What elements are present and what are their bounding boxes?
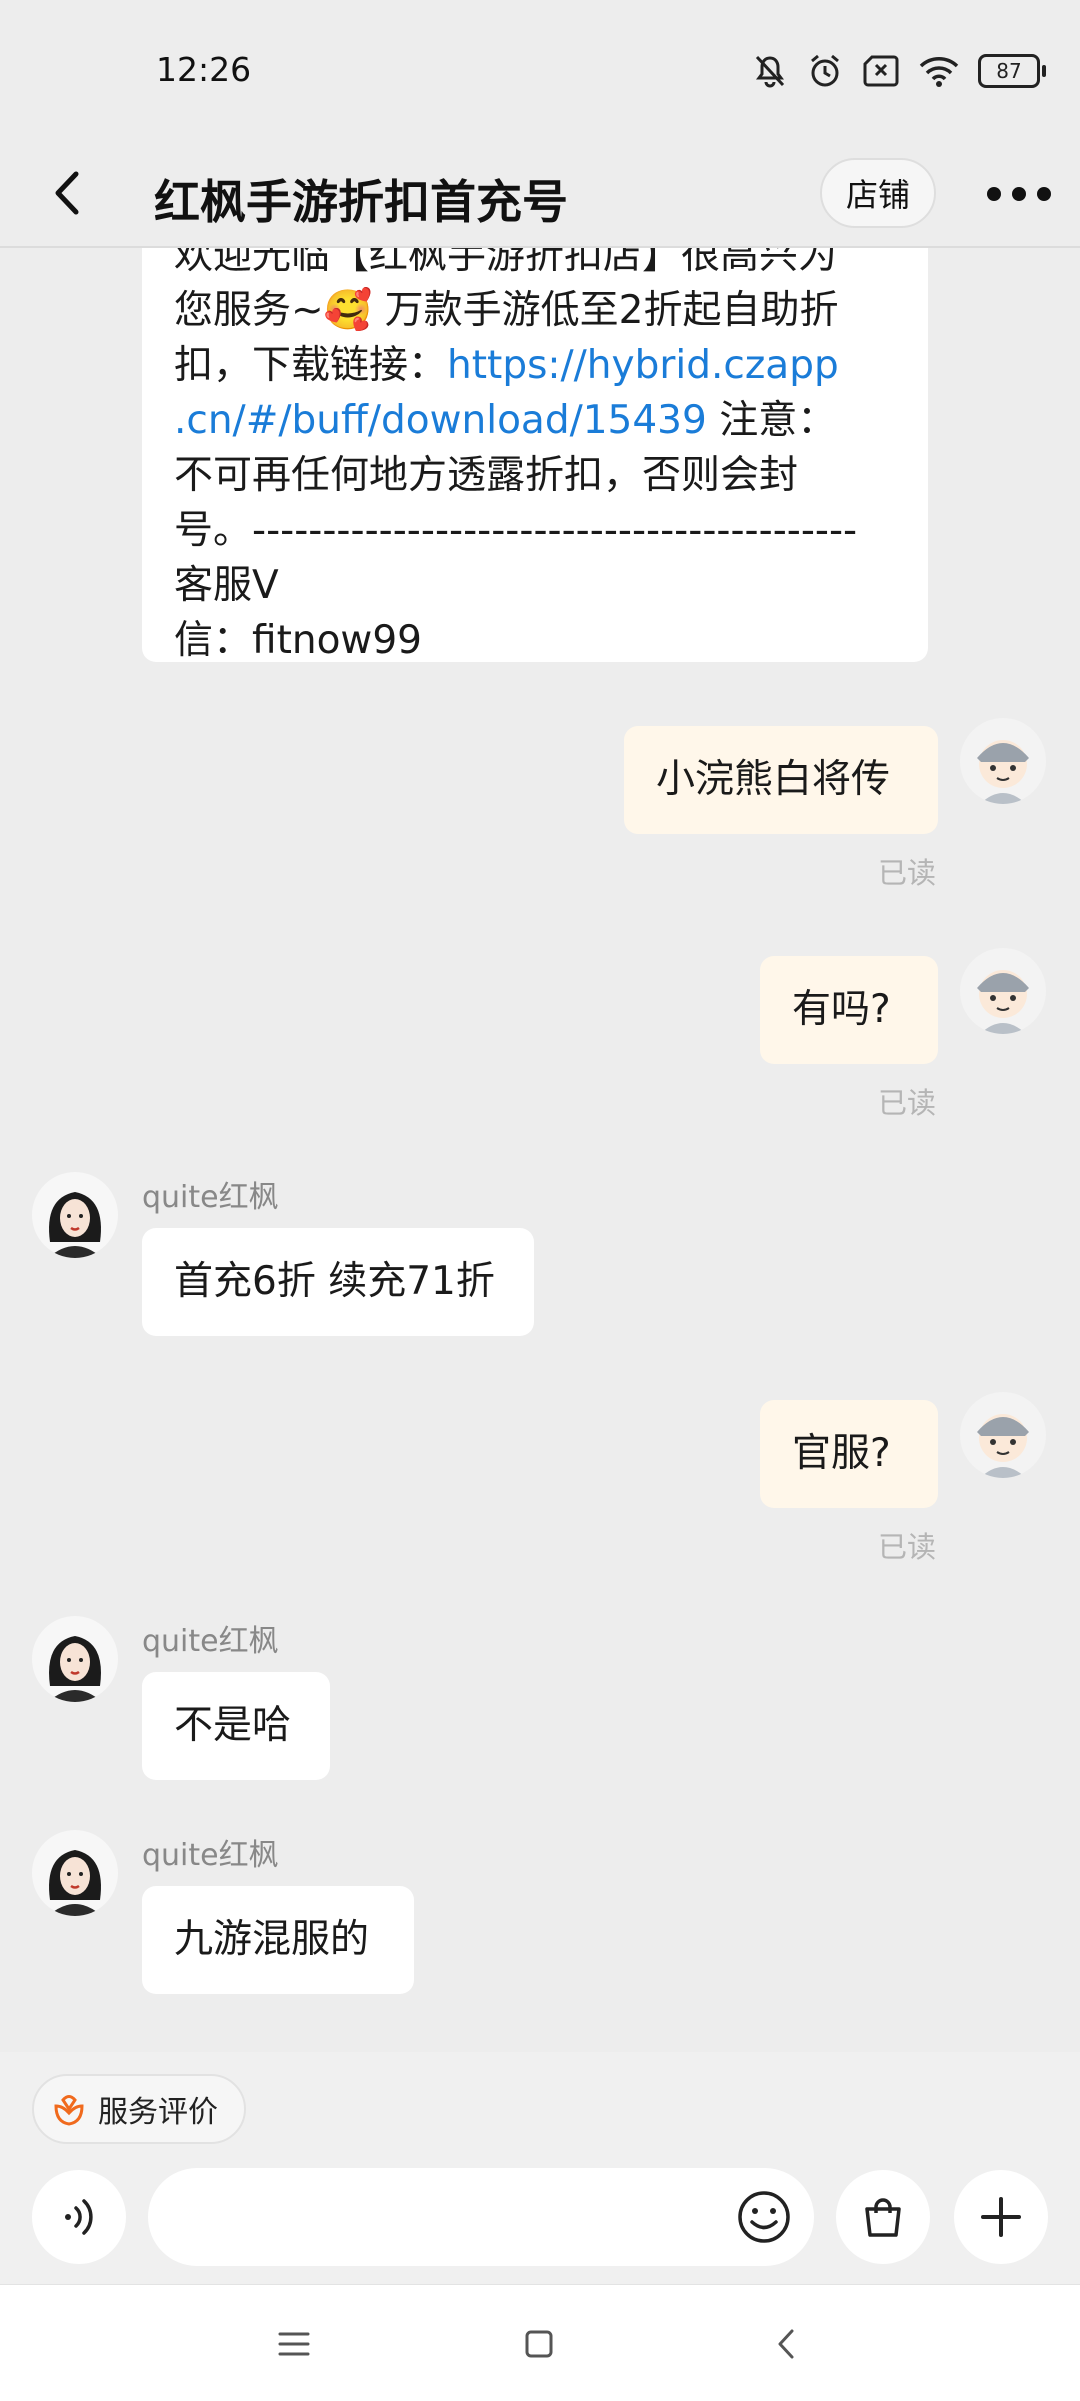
- read-status: 已读: [878, 856, 937, 890]
- seller-message[interactable]: 不是哈: [142, 1672, 330, 1780]
- self-avatar[interactable]: [960, 948, 1046, 1034]
- emoji-blush: 🥰: [323, 288, 373, 333]
- mute-bell-icon: [755, 55, 785, 88]
- chat-messages: 欢迎光临【红枫手游折扣店】很高兴为 您服务~🥰 万款手游低至2折起自助折 扣，下…: [0, 248, 1080, 2048]
- seller-avatar[interactable]: [32, 1172, 118, 1258]
- shop-button[interactable]: 店铺: [820, 158, 936, 228]
- no-sim-icon: [863, 55, 899, 87]
- back-arrow-icon[interactable]: [44, 168, 94, 218]
- plus-icon: [981, 2197, 1021, 2237]
- sender-name: quite红枫: [142, 1624, 279, 1659]
- sender-name: quite红枫: [142, 1180, 279, 1215]
- title-bar: 红枫手游折扣首充号 店铺: [0, 140, 1080, 248]
- read-status: 已读: [878, 1530, 937, 1564]
- self-message[interactable]: 有吗?: [760, 956, 938, 1064]
- flower-icon: [54, 2095, 84, 2126]
- voice-button[interactable]: [32, 2170, 126, 2264]
- self-message[interactable]: 官服?: [760, 1400, 938, 1508]
- back-nav-icon[interactable]: [772, 2327, 802, 2361]
- status-icons: 87: [752, 48, 1046, 94]
- add-button[interactable]: [954, 2170, 1048, 2264]
- welcome-message[interactable]: 欢迎光临【红枫手游折扣店】很高兴为 您服务~🥰 万款手游低至2折起自助折 扣，下…: [142, 248, 928, 663]
- seller-avatar[interactable]: [32, 1616, 118, 1702]
- wifi-icon: [919, 57, 959, 87]
- service-rating-button[interactable]: 服务评价: [32, 2074, 246, 2144]
- status-time: 12:26: [156, 50, 252, 89]
- robot-avatar-icon: [960, 948, 1046, 1034]
- home-icon[interactable]: [522, 2327, 556, 2361]
- self-avatar[interactable]: [960, 1392, 1046, 1478]
- status-bar: 12:26 87: [0, 0, 1080, 140]
- voice-icon: [65, 2199, 93, 2235]
- self-avatar[interactable]: [960, 718, 1046, 804]
- message-input[interactable]: [148, 2168, 814, 2266]
- service-rating-label: 服务评价: [98, 2095, 218, 2130]
- girl-avatar-icon: [32, 1830, 118, 1916]
- seller-avatar[interactable]: [32, 1830, 118, 1916]
- sender-name: quite红枫: [142, 1838, 279, 1873]
- download-link-cont[interactable]: .cn/#/buff/download/15439: [174, 398, 707, 443]
- alarm-icon: [811, 54, 839, 87]
- girl-avatar-icon: [32, 1172, 118, 1258]
- robot-avatar-icon: [960, 718, 1046, 804]
- girl-avatar-icon: [32, 1616, 118, 1702]
- read-status: 已读: [878, 1086, 937, 1120]
- composer-area: 服务评价: [0, 2052, 1080, 2284]
- robot-avatar-icon: [960, 1392, 1046, 1478]
- emoji-icon[interactable]: [736, 2189, 792, 2245]
- self-message[interactable]: 小浣熊白将传: [624, 726, 938, 834]
- shopping-bag-icon: [865, 2198, 901, 2237]
- menu-icon[interactable]: [276, 2329, 312, 2359]
- seller-message[interactable]: 九游混服的: [142, 1886, 414, 1994]
- more-dots-icon[interactable]: [984, 174, 1054, 214]
- seller-message[interactable]: 首充6折 续充71折: [142, 1228, 534, 1336]
- system-nav-bar: [0, 2284, 1080, 2401]
- shop-bag-button[interactable]: [836, 2170, 930, 2264]
- download-link[interactable]: https://hybrid.czapp: [447, 343, 839, 388]
- battery-indicator: 87: [978, 54, 1046, 88]
- page-title: 红枫手游折扣首充号: [154, 175, 568, 229]
